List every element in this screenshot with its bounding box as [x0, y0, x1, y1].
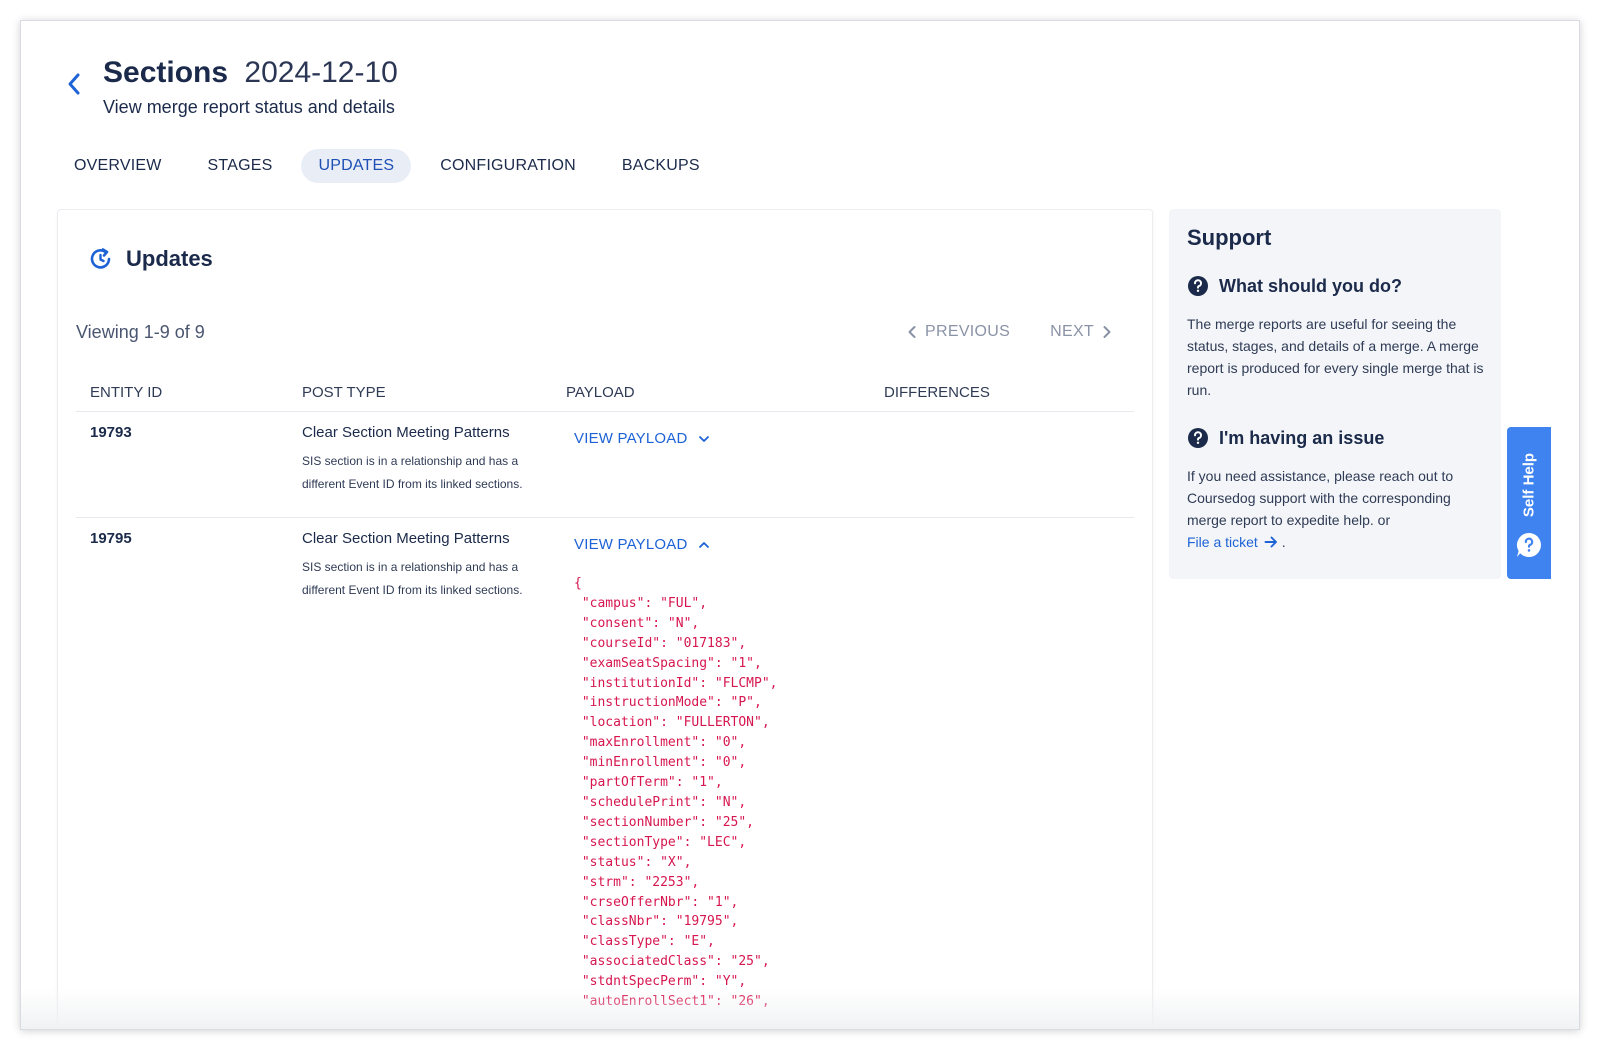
- self-help-label: Self Help: [1520, 452, 1538, 518]
- support-q1-text: The merge reports are useful for seeing …: [1187, 316, 1484, 398]
- tab-backups[interactable]: BACKUPS: [605, 149, 717, 183]
- post-type: Clear Section Meeting Patterns: [302, 424, 510, 441]
- self-help-button[interactable]: Self Help: [1507, 427, 1551, 579]
- tab-overview[interactable]: OVERVIEW: [57, 149, 179, 183]
- file-ticket-suffix: .: [1281, 534, 1286, 550]
- view-payload-label: VIEW PAYLOAD: [574, 536, 688, 553]
- post-type: Clear Section Meeting Patterns: [302, 530, 510, 547]
- support-q2-title: I'm having an issue: [1219, 427, 1385, 448]
- chat-question-icon: [1516, 533, 1541, 557]
- next-label: NEXT: [1050, 323, 1094, 340]
- page-title-text: Sections: [103, 56, 229, 89]
- chevron-left-icon: [908, 326, 916, 338]
- post-type-description: SIS section is in a relationship and has…: [302, 560, 523, 597]
- chevron-up-icon: [698, 541, 709, 548]
- question-circle-icon: [1188, 276, 1208, 296]
- app-window: Sections 2024-12-10 View merge report st…: [20, 20, 1580, 1030]
- file-ticket-link[interactable]: File a ticket: [1187, 531, 1278, 553]
- refresh-clock-icon: [90, 248, 111, 269]
- page-subtitle: View merge report status and details: [103, 97, 395, 117]
- question-circle-icon: [1188, 428, 1208, 448]
- updates-heading: Updates: [88, 246, 213, 272]
- tab-stages[interactable]: STAGES: [191, 149, 290, 183]
- page-title-date: 2024-12-10: [244, 56, 398, 89]
- view-payload-toggle[interactable]: VIEW PAYLOAD: [574, 536, 710, 553]
- entity-id: 19793: [90, 424, 132, 441]
- chevron-left-icon: [68, 73, 80, 95]
- column-header-post-type: POST TYPE: [302, 384, 386, 401]
- post-type-description: SIS section is in a relationship and has…: [302, 454, 523, 491]
- column-header-differences: DIFFERENCES: [884, 384, 990, 401]
- support-panel: Support What should you do? The merge re…: [1169, 209, 1501, 579]
- column-header-payload: PAYLOAD: [566, 384, 635, 401]
- tab-bar: OVERVIEW STAGES UPDATES CONFIGURATION BA…: [57, 149, 729, 183]
- support-q1-title: What should you do?: [1219, 275, 1402, 296]
- previous-button[interactable]: PREVIOUS: [907, 323, 1010, 341]
- back-button[interactable]: [63, 71, 85, 97]
- table-header: ENTITY ID POST TYPE PAYLOAD DIFFERENCES: [76, 372, 1134, 412]
- support-q2-block: If you need assistance, please reach out…: [1187, 465, 1487, 553]
- support-issue-heading: I'm having an issue: [1187, 427, 1384, 449]
- updates-title: Updates: [126, 246, 213, 271]
- support-title: Support: [1187, 225, 1272, 250]
- updates-card: Updates Viewing 1-9 of 9 PREVIOUS NEXT E…: [57, 209, 1153, 1029]
- support-question-heading: What should you do?: [1187, 275, 1402, 297]
- entity-id: 19795: [90, 530, 132, 547]
- viewing-count: Viewing 1-9 of 9: [76, 322, 205, 342]
- next-button[interactable]: NEXT: [1050, 323, 1112, 341]
- previous-label: PREVIOUS: [925, 323, 1011, 340]
- page-title: Sections 2024-12-10: [103, 51, 398, 95]
- table-row: 19795 Clear Section Meeting Patterns SIS…: [76, 518, 1134, 1029]
- payload-json: { "campus": "FUL", "consent": "N", "cour…: [574, 576, 778, 1010]
- view-payload-label: VIEW PAYLOAD: [574, 430, 688, 447]
- support-q2-text: If you need assistance, please reach out…: [1187, 468, 1454, 528]
- chevron-right-icon: [1103, 326, 1111, 338]
- chevron-down-icon: [698, 435, 709, 442]
- tab-configuration[interactable]: CONFIGURATION: [423, 149, 593, 183]
- view-payload-toggle[interactable]: VIEW PAYLOAD: [574, 430, 710, 447]
- tab-updates[interactable]: UPDATES: [301, 149, 412, 183]
- pagination: PREVIOUS NEXT: [907, 323, 1112, 341]
- file-ticket-label: File a ticket: [1187, 534, 1258, 550]
- column-header-entity-id: ENTITY ID: [90, 384, 163, 401]
- table-row: 19793 Clear Section Meeting Patterns SIS…: [76, 412, 1134, 518]
- arrow-right-icon: [1264, 536, 1277, 548]
